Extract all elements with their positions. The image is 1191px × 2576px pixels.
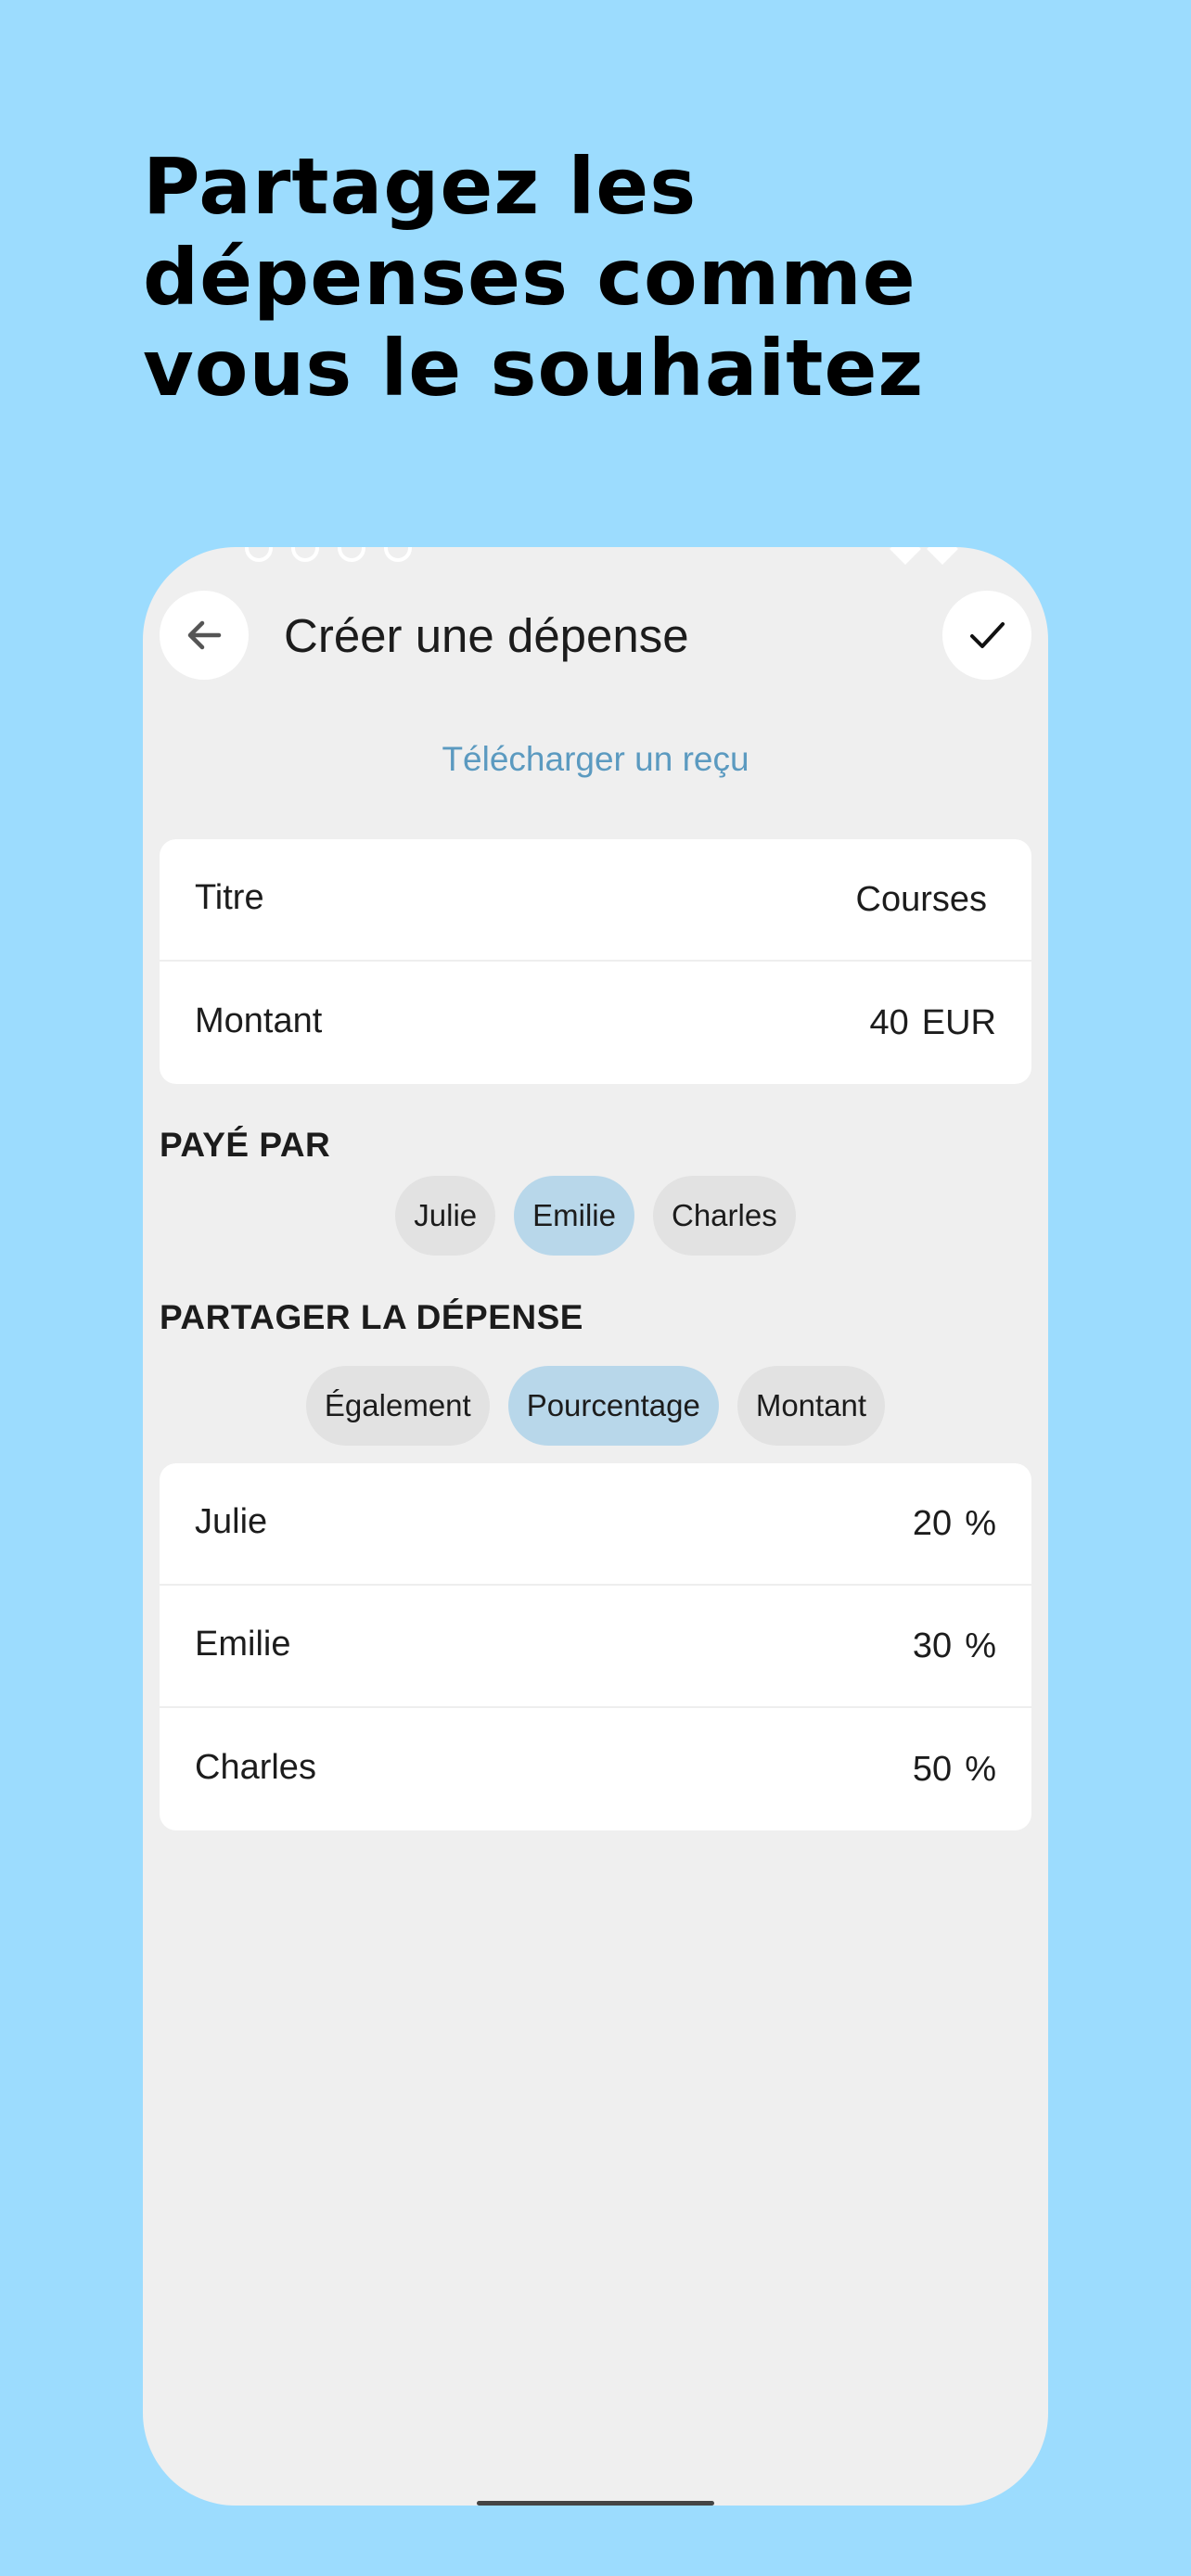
share-value: 50 xyxy=(912,1749,953,1789)
split-mode-percentage[interactable]: Pourcentage xyxy=(507,1366,719,1446)
share-value: 30 xyxy=(912,1626,953,1665)
split-mode-equal[interactable]: Également xyxy=(305,1366,490,1446)
expense-details-card: Titre Courses Montant 40 EUR xyxy=(160,839,1031,1084)
member-name: Charles xyxy=(195,1747,316,1787)
share-unit: % xyxy=(965,1503,996,1543)
page-title: Créer une dépense xyxy=(284,608,689,662)
share-unit: % xyxy=(965,1749,996,1789)
status-bar xyxy=(143,547,1048,566)
share-input[interactable]: 20 % xyxy=(913,1504,996,1544)
title-label: Titre xyxy=(195,877,264,917)
split-row: Julie 20 % xyxy=(160,1463,1031,1586)
status-icon xyxy=(291,547,319,562)
currency-label[interactable]: EUR xyxy=(922,1003,996,1043)
wifi-icon xyxy=(890,547,921,565)
payer-chip-charles[interactable]: Charles xyxy=(653,1176,796,1256)
split-heading: PARTAGER LA DÉPENSE xyxy=(160,1298,583,1336)
title-value: Courses xyxy=(855,879,988,919)
confirm-button[interactable] xyxy=(942,591,1031,680)
amount-input[interactable]: 40 EUR xyxy=(869,1003,996,1043)
share-unit: % xyxy=(965,1626,996,1665)
signal-icon xyxy=(927,547,958,565)
split-row: Emilie 30 % xyxy=(160,1586,1031,1708)
member-name: Julie xyxy=(195,1501,268,1541)
check-icon xyxy=(970,622,1005,648)
paid-by-heading: PAYÉ PAR xyxy=(160,1126,331,1164)
status-icon xyxy=(245,547,273,562)
split-row: Charles 50 % xyxy=(160,1708,1031,1830)
split-card: Julie 20 % Emilie 30 % Charles 50 % xyxy=(160,1463,1031,1830)
arrow-left-icon xyxy=(187,620,222,650)
share-input[interactable]: 50 % xyxy=(913,1750,996,1790)
app-bar: Créer une dépense xyxy=(143,591,1048,680)
payer-chip-emilie[interactable]: Emilie xyxy=(514,1176,634,1256)
split-mode-chips: Également Pourcentage Montant xyxy=(143,1366,1048,1446)
title-input[interactable]: Courses xyxy=(856,880,988,920)
share-value: 20 xyxy=(912,1503,953,1543)
headline: Partagez les dépenses comme vous le souh… xyxy=(143,141,925,414)
back-button[interactable] xyxy=(160,591,249,680)
share-input[interactable]: 30 % xyxy=(913,1626,996,1666)
payer-chip-julie[interactable]: Julie xyxy=(395,1176,496,1256)
title-row[interactable]: Titre Courses xyxy=(160,839,1031,962)
status-icon xyxy=(384,547,412,562)
home-indicator xyxy=(477,2501,714,2506)
paid-by-chips: Julie Emilie Charles xyxy=(143,1176,1048,1256)
amount-label: Montant xyxy=(195,1001,323,1040)
phone-screen: Créer une dépense Télécharger un reçu Ti… xyxy=(143,547,1048,2506)
member-name: Emilie xyxy=(195,1624,291,1664)
status-icon xyxy=(338,547,365,562)
amount-value: 40 xyxy=(869,1002,909,1042)
split-mode-amount[interactable]: Montant xyxy=(736,1366,886,1446)
amount-row[interactable]: Montant 40 EUR xyxy=(160,962,1031,1084)
upload-receipt-link[interactable]: Télécharger un reçu xyxy=(143,740,1048,779)
